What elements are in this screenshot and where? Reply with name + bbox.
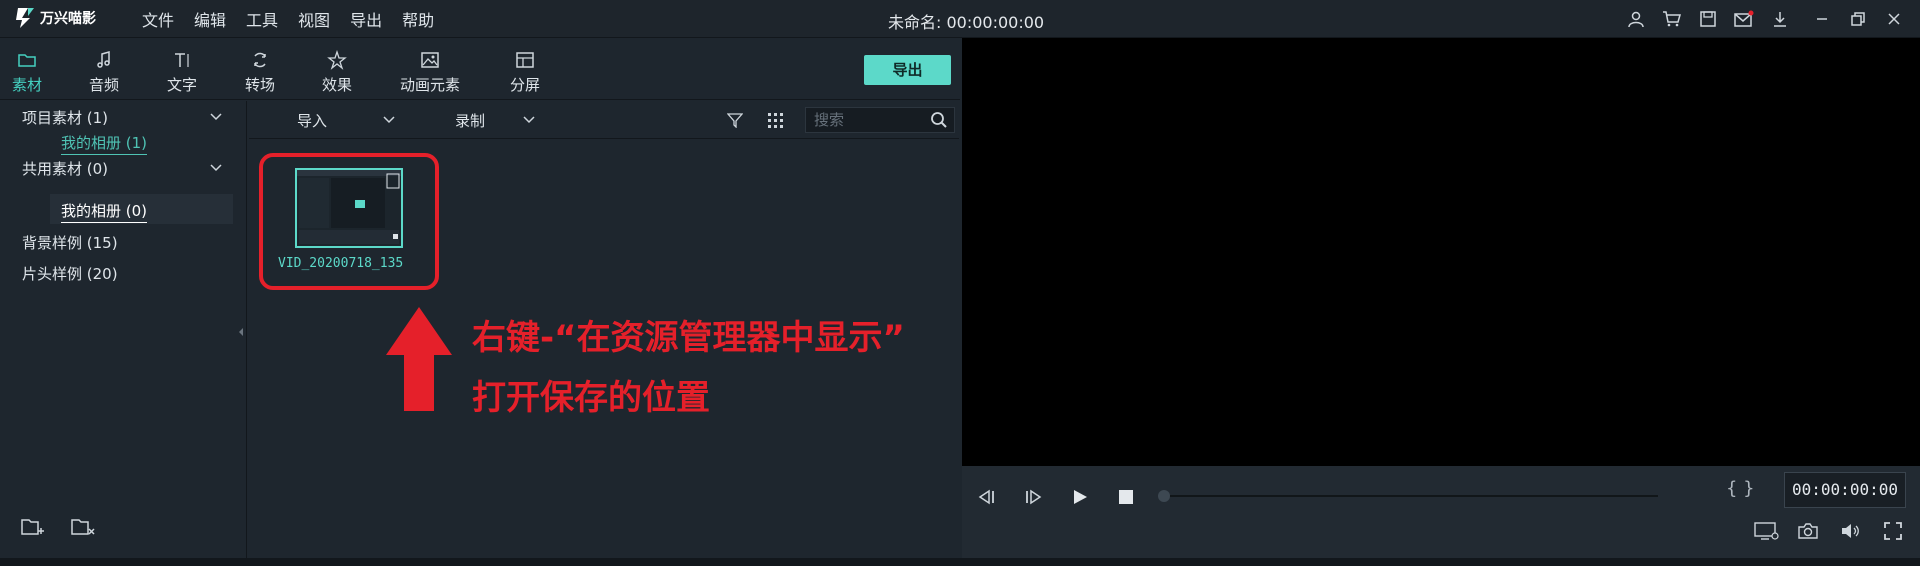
fullscreen-icon <box>1884 522 1902 540</box>
tab-audio[interactable]: 音频 <box>87 38 121 100</box>
stop-icon <box>1119 490 1133 504</box>
export-button[interactable]: 导出 <box>864 55 951 85</box>
tab-split-screen-label: 分屏 <box>509 76 540 94</box>
split-screen-icon <box>516 52 534 68</box>
transition-icon <box>254 52 266 68</box>
menu-tools[interactable]: 工具 <box>246 7 278 31</box>
filter-icon[interactable] <box>727 112 743 128</box>
annotation-text: 右键-“在资源管理器中显示” 打开保存的位置 <box>472 308 905 428</box>
prev-frame-icon <box>978 489 994 505</box>
display-settings-button[interactable] <box>1752 516 1782 546</box>
mail-icon[interactable] <box>1726 0 1762 38</box>
download-icon[interactable] <box>1762 0 1798 38</box>
timecode-display: 00:00:00:00 <box>1784 472 1906 508</box>
tree-shared-media[interactable]: 共用素材 (0) <box>22 158 108 179</box>
document-title: 未命名: 00:00:00:00 <box>888 13 1045 32</box>
title-bar: 万兴喵影 文件 编辑 工具 视图 导出 帮助 未命名: 00:00:00:00 <box>0 0 1920 38</box>
tab-text-label: 文字 <box>166 76 197 94</box>
search-icon[interactable] <box>930 111 948 129</box>
new-folder-icon[interactable] <box>20 516 46 538</box>
tree-my-album-shared[interactable]: 我的相册 (0) <box>61 200 148 223</box>
tab-transition[interactable]: 转场 <box>243 38 277 100</box>
cart-icon[interactable] <box>1654 0 1690 38</box>
library-pane: 素材 音频 文字 转场 效果 动画元素 分屏 导出 项目素材 (1) 我的相册 … <box>0 38 960 558</box>
menu-edit[interactable]: 编辑 <box>194 7 226 31</box>
next-frame-button[interactable] <box>1018 482 1048 512</box>
effects-icon <box>327 50 347 70</box>
mark-in-out-button[interactable]: { } <box>1726 478 1755 499</box>
record-button[interactable]: 录制 <box>455 110 485 131</box>
camera-icon <box>1798 523 1818 539</box>
menu-view[interactable]: 视图 <box>298 7 330 31</box>
tab-text[interactable]: 文字 <box>165 38 199 100</box>
volume-button[interactable] <box>1836 516 1866 546</box>
tab-split-screen[interactable]: 分屏 <box>508 38 542 100</box>
close-icon[interactable] <box>1876 0 1912 38</box>
menu-help[interactable]: 帮助 <box>402 7 434 31</box>
annotation-line-2: 打开保存的位置 <box>472 378 710 418</box>
save-icon[interactable] <box>1690 0 1726 38</box>
prev-frame-button[interactable] <box>972 482 1002 512</box>
player-controls: { } 00:00:00:00 <box>962 466 1920 558</box>
app-logo: 万兴喵影 <box>14 6 96 30</box>
chevron-down-icon[interactable] <box>523 116 535 124</box>
tab-elements-label: 动画元素 <box>399 76 460 94</box>
fullscreen-button[interactable] <box>1878 516 1908 546</box>
minimize-icon[interactable] <box>1804 0 1840 38</box>
tree-background-samples[interactable]: 背景样例 (15) <box>22 232 118 253</box>
menu-file[interactable]: 文件 <box>142 7 174 31</box>
search-input[interactable] <box>814 111 924 129</box>
scrubber-handle[interactable] <box>1158 490 1170 502</box>
timeline-edge <box>0 558 1920 566</box>
tab-elements[interactable]: 动画元素 <box>396 38 464 100</box>
tab-transition-label: 转场 <box>244 76 275 94</box>
folder-icon <box>18 54 36 67</box>
scrubber-track <box>1160 495 1658 497</box>
grid-view-icon[interactable] <box>767 112 783 128</box>
tab-media[interactable]: 素材 <box>10 38 44 100</box>
account-icon[interactable] <box>1618 0 1654 38</box>
annotation-highlight-box <box>259 153 439 290</box>
annotation-line-1: 右键-“在资源管理器中显示” <box>472 318 905 358</box>
search-box <box>805 107 955 133</box>
tab-effects-label: 效果 <box>321 76 352 94</box>
chevron-down-icon[interactable] <box>210 164 222 172</box>
snapshot-button[interactable] <box>1793 516 1823 546</box>
image-icon <box>421 52 439 68</box>
play-button[interactable] <box>1065 482 1095 512</box>
window-controls <box>1618 0 1920 38</box>
menu-bar: 文件 编辑 工具 视图 导出 帮助 <box>142 0 454 38</box>
tree-actions <box>20 516 96 538</box>
volume-icon <box>1842 524 1859 538</box>
play-icon <box>1074 490 1087 504</box>
chevron-down-icon[interactable] <box>210 113 222 121</box>
tree-project-media[interactable]: 项目素材 (1) <box>22 107 108 128</box>
chevron-down-icon[interactable] <box>383 116 395 124</box>
text-icon <box>175 53 189 67</box>
library-tree: 项目素材 (1) 我的相册 (1) 共用素材 (0) 我的相册 (0) 背景样例… <box>0 101 247 558</box>
next-frame-icon <box>1026 489 1042 505</box>
media-toolbar: 素材 音频 文字 转场 效果 动画元素 分屏 导出 <box>0 38 960 100</box>
stop-button[interactable] <box>1111 482 1141 512</box>
tab-audio-label: 音频 <box>88 76 119 94</box>
delete-folder-icon[interactable] <box>70 516 96 538</box>
logo-icon <box>16 8 34 28</box>
playback-scrubber[interactable] <box>1158 490 1658 502</box>
tree-my-album-project[interactable]: 我的相册 (1) <box>61 132 148 155</box>
menu-export[interactable]: 导出 <box>350 7 382 31</box>
tab-media-label: 素材 <box>11 76 42 94</box>
tab-effects[interactable]: 效果 <box>320 38 354 100</box>
monitor-settings-icon <box>1754 522 1779 540</box>
tree-intro-samples[interactable]: 片头样例 (20) <box>22 263 118 284</box>
music-note-icon <box>97 51 110 68</box>
import-button[interactable]: 导入 <box>297 110 327 131</box>
annotation-arrow-icon <box>386 307 452 411</box>
preview-screen[interactable] <box>962 38 1920 466</box>
restore-icon[interactable] <box>1840 0 1876 38</box>
app-name: 万兴喵影 <box>40 11 96 27</box>
collapse-panel-icon[interactable] <box>238 327 244 337</box>
media-bar: 导入 录制 <box>249 101 959 139</box>
